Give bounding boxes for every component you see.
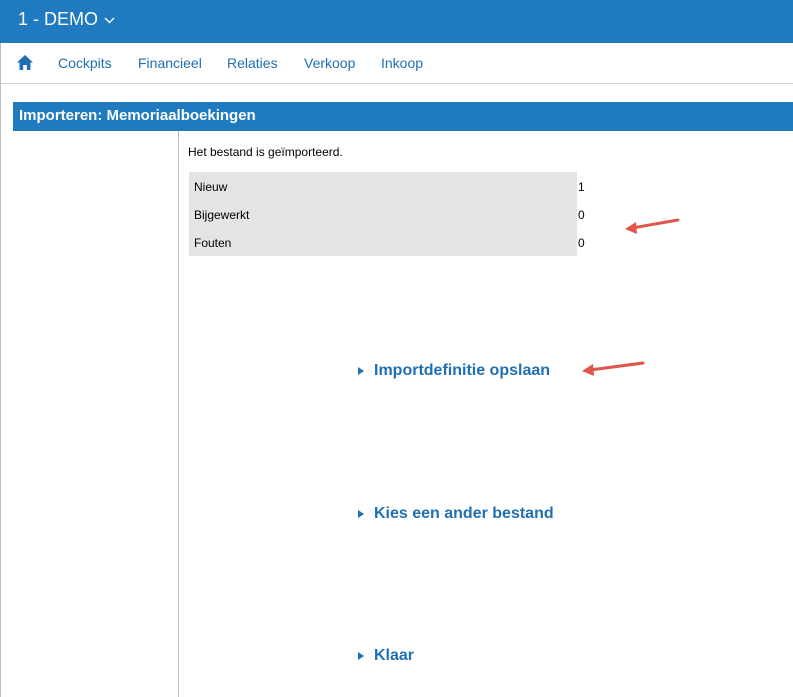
save-definition-link[interactable]: Importdefinitie opslaan [358,362,550,380]
save-definition-label: Importdefinitie opslaan [374,362,551,379]
triangle-right-icon [358,510,364,518]
triangle-right-icon [358,367,364,375]
triangle-right-icon [358,652,364,660]
done-label: Klaar [374,647,415,664]
nav-inkoop[interactable]: Inkoop [381,55,423,71]
top-bar: 1 - DEMO [0,0,793,43]
page-title-bar: Importeren: Memoriaalboekingen [13,102,793,131]
annotation-arrow-icon [625,218,680,234]
result-label-new: Nieuw [194,180,228,194]
result-value-new: 1 [578,180,585,194]
company-label: 1 - DEMO [18,9,99,29]
choose-other-file-link[interactable]: Kies een ander bestand [358,505,554,523]
done-link[interactable]: Klaar [358,647,414,665]
status-message: Het bestand is geïmporteerd. [188,145,343,159]
result-value-updated: 0 [578,208,585,222]
import-results-table: Nieuw 1 Bijgewerkt 0 Fouten 0 [189,172,585,256]
chevron-down-icon [104,17,115,24]
annotation-arrow-icon [582,361,645,376]
result-value-errors: 0 [578,236,585,250]
page-title: Importeren: Memoriaalboekingen [19,107,256,124]
company-selector[interactable]: 1 - DEMO [18,9,115,30]
side-panel [13,131,179,697]
nav-cockpits[interactable]: Cockpits [58,55,112,71]
nav-relaties[interactable]: Relaties [227,55,278,71]
nav-verkoop[interactable]: Verkoop [304,55,355,71]
left-border [0,43,1,697]
home-icon[interactable] [16,54,34,71]
main-nav: Cockpits Financieel Relaties Verkoop Ink… [0,43,793,84]
choose-other-file-label: Kies een ander bestand [374,505,554,522]
result-label-updated: Bijgewerkt [194,208,250,222]
result-label-errors: Fouten [194,236,232,250]
nav-financieel[interactable]: Financieel [138,55,202,71]
